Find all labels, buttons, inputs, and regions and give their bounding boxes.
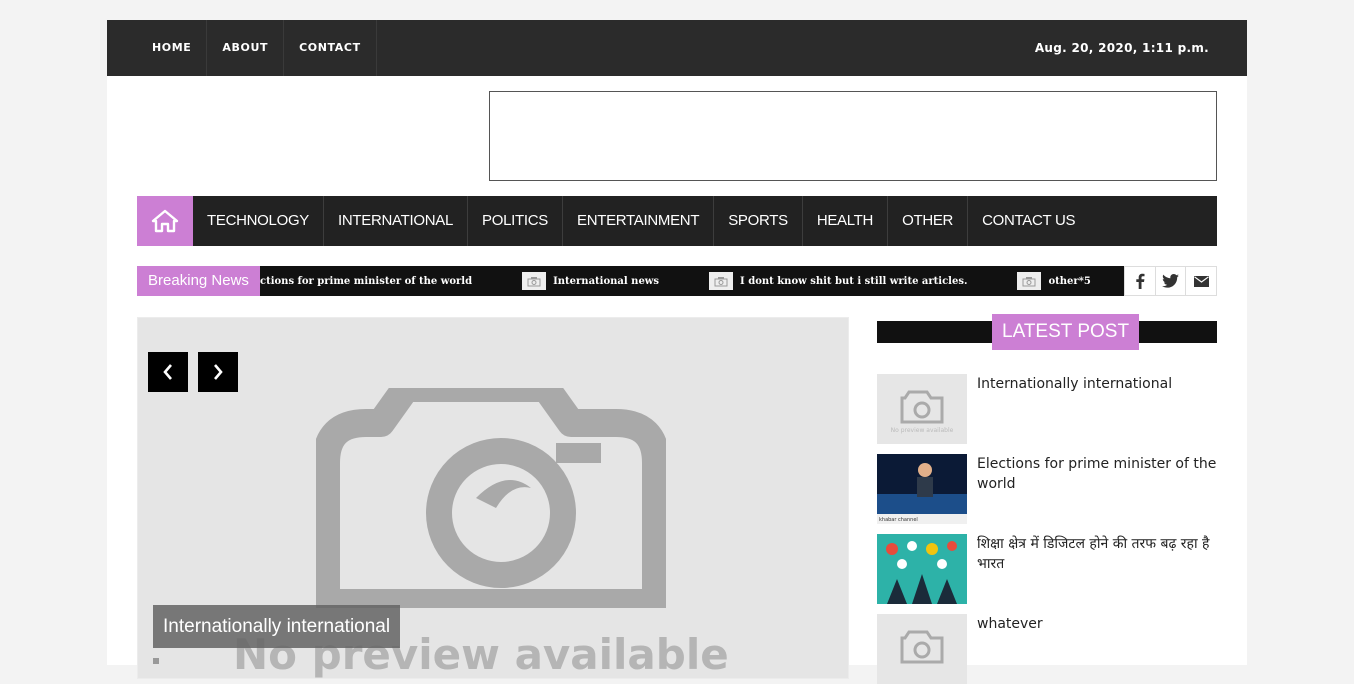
breaking-news-bar: Breaking News ctions for prime minister …	[137, 266, 1217, 296]
facebook-icon[interactable]	[1125, 267, 1156, 295]
nav-international[interactable]: INTERNATIONAL	[324, 196, 469, 246]
post-thumbnail[interactable]	[877, 534, 967, 604]
nav-home-link[interactable]: HOME	[137, 20, 208, 76]
latest-post-header: LATEST POST	[877, 314, 1217, 350]
slider-next-button[interactable]	[198, 352, 238, 392]
slide-caption[interactable]: Internationally international	[153, 605, 401, 648]
home-button[interactable]	[137, 196, 193, 246]
breaking-news-label: Breaking News	[137, 266, 260, 296]
camera-icon	[1017, 272, 1042, 290]
latest-post-item[interactable]: whatever	[877, 614, 1217, 684]
post-thumbnail[interactable]: khabar channel	[877, 454, 967, 524]
post-thumbnail[interactable]: No preview available	[877, 374, 967, 444]
nav-health[interactable]: HEALTH	[803, 196, 889, 246]
ad-banner[interactable]	[489, 91, 1217, 181]
svg-text:No preview available: No preview available	[891, 427, 954, 434]
ticker-item-label: ctions for prime minister of the world	[260, 275, 473, 287]
ticker-item[interactable]: other*5	[1017, 272, 1091, 290]
camera-icon: No preview available	[891, 390, 954, 434]
top-bar: HOME ABOUT CONTACT Aug. 20, 2020, 1:11 p…	[107, 20, 1247, 76]
current-date: Aug. 20, 2020, 1:11 p.m.	[1034, 41, 1209, 55]
latest-post-item[interactable]: No preview available Internationally int…	[877, 374, 1217, 444]
slider-prev-button[interactable]	[148, 352, 188, 392]
nav-contact-link[interactable]: CONTACT	[284, 20, 377, 76]
ticker-item[interactable]: ctions for prime minister of the world	[260, 276, 472, 287]
featured-slider[interactable]: No preview available Internationally int…	[137, 317, 849, 679]
page-container: HOME ABOUT CONTACT Aug. 20, 2020, 1:11 p…	[107, 20, 1247, 684]
ticker-item[interactable]: International news	[522, 272, 659, 290]
camera-placeholder-icon	[316, 388, 666, 608]
breaking-ticker-bar: Breaking News ctions for prime minister …	[137, 266, 1124, 296]
post-title[interactable]: whatever	[977, 614, 1217, 634]
nav-entertainment[interactable]: ENTERTAINMENT	[563, 196, 715, 246]
post-title[interactable]: Elections for prime minister of the worl…	[977, 454, 1217, 494]
slide-indicator[interactable]	[153, 658, 159, 664]
nav-other[interactable]: OTHER	[888, 196, 969, 246]
digital-illustration-icon	[877, 534, 967, 604]
camera-icon	[709, 272, 734, 290]
nav-contact-us[interactable]: CONTACT US	[968, 196, 1089, 246]
news-ticker: ctions for prime minister of the world I…	[260, 266, 1124, 296]
nav-sports[interactable]: SPORTS	[714, 196, 803, 246]
latest-post-item[interactable]: शिक्षा क्षेत्र में डिजिटल होने की तरफ बढ…	[877, 534, 1217, 604]
main-nav: TECHNOLOGY INTERNATIONAL POLITICS ENTERT…	[137, 196, 1217, 246]
ticker-item-label: International news	[553, 275, 660, 287]
latest-post-heading: LATEST POST	[992, 314, 1140, 350]
ticker-item[interactable]: I dont know shit but i still write artic…	[709, 272, 967, 290]
top-nav: HOME ABOUT CONTACT	[137, 20, 377, 76]
post-thumbnail[interactable]	[877, 614, 967, 684]
latest-post-item[interactable]: khabar channel Elections for prime minis…	[877, 454, 1217, 524]
svg-text:khabar channel: khabar channel	[879, 517, 918, 523]
post-title[interactable]: Internationally international	[977, 374, 1217, 394]
nav-politics[interactable]: POLITICS	[468, 196, 563, 246]
email-icon[interactable]	[1186, 267, 1216, 295]
post-title[interactable]: शिक्षा क्षेत्र में डिजिटल होने की तरफ बढ…	[977, 534, 1217, 574]
nav-technology[interactable]: TECHNOLOGY	[193, 196, 325, 246]
chevron-left-icon	[163, 364, 172, 380]
chevron-right-icon	[214, 364, 223, 380]
camera-icon	[522, 272, 547, 290]
home-icon	[151, 209, 179, 233]
social-links	[1124, 266, 1217, 296]
ticker-item-label: I dont know shit but i still write artic…	[740, 275, 968, 287]
nav-about-link[interactable]: ABOUT	[207, 20, 285, 76]
camera-icon	[900, 630, 944, 664]
twitter-icon[interactable]	[1156, 267, 1187, 295]
ticker-item-label: other*5	[1048, 275, 1091, 287]
stage-photo-icon: khabar channel	[877, 454, 967, 524]
